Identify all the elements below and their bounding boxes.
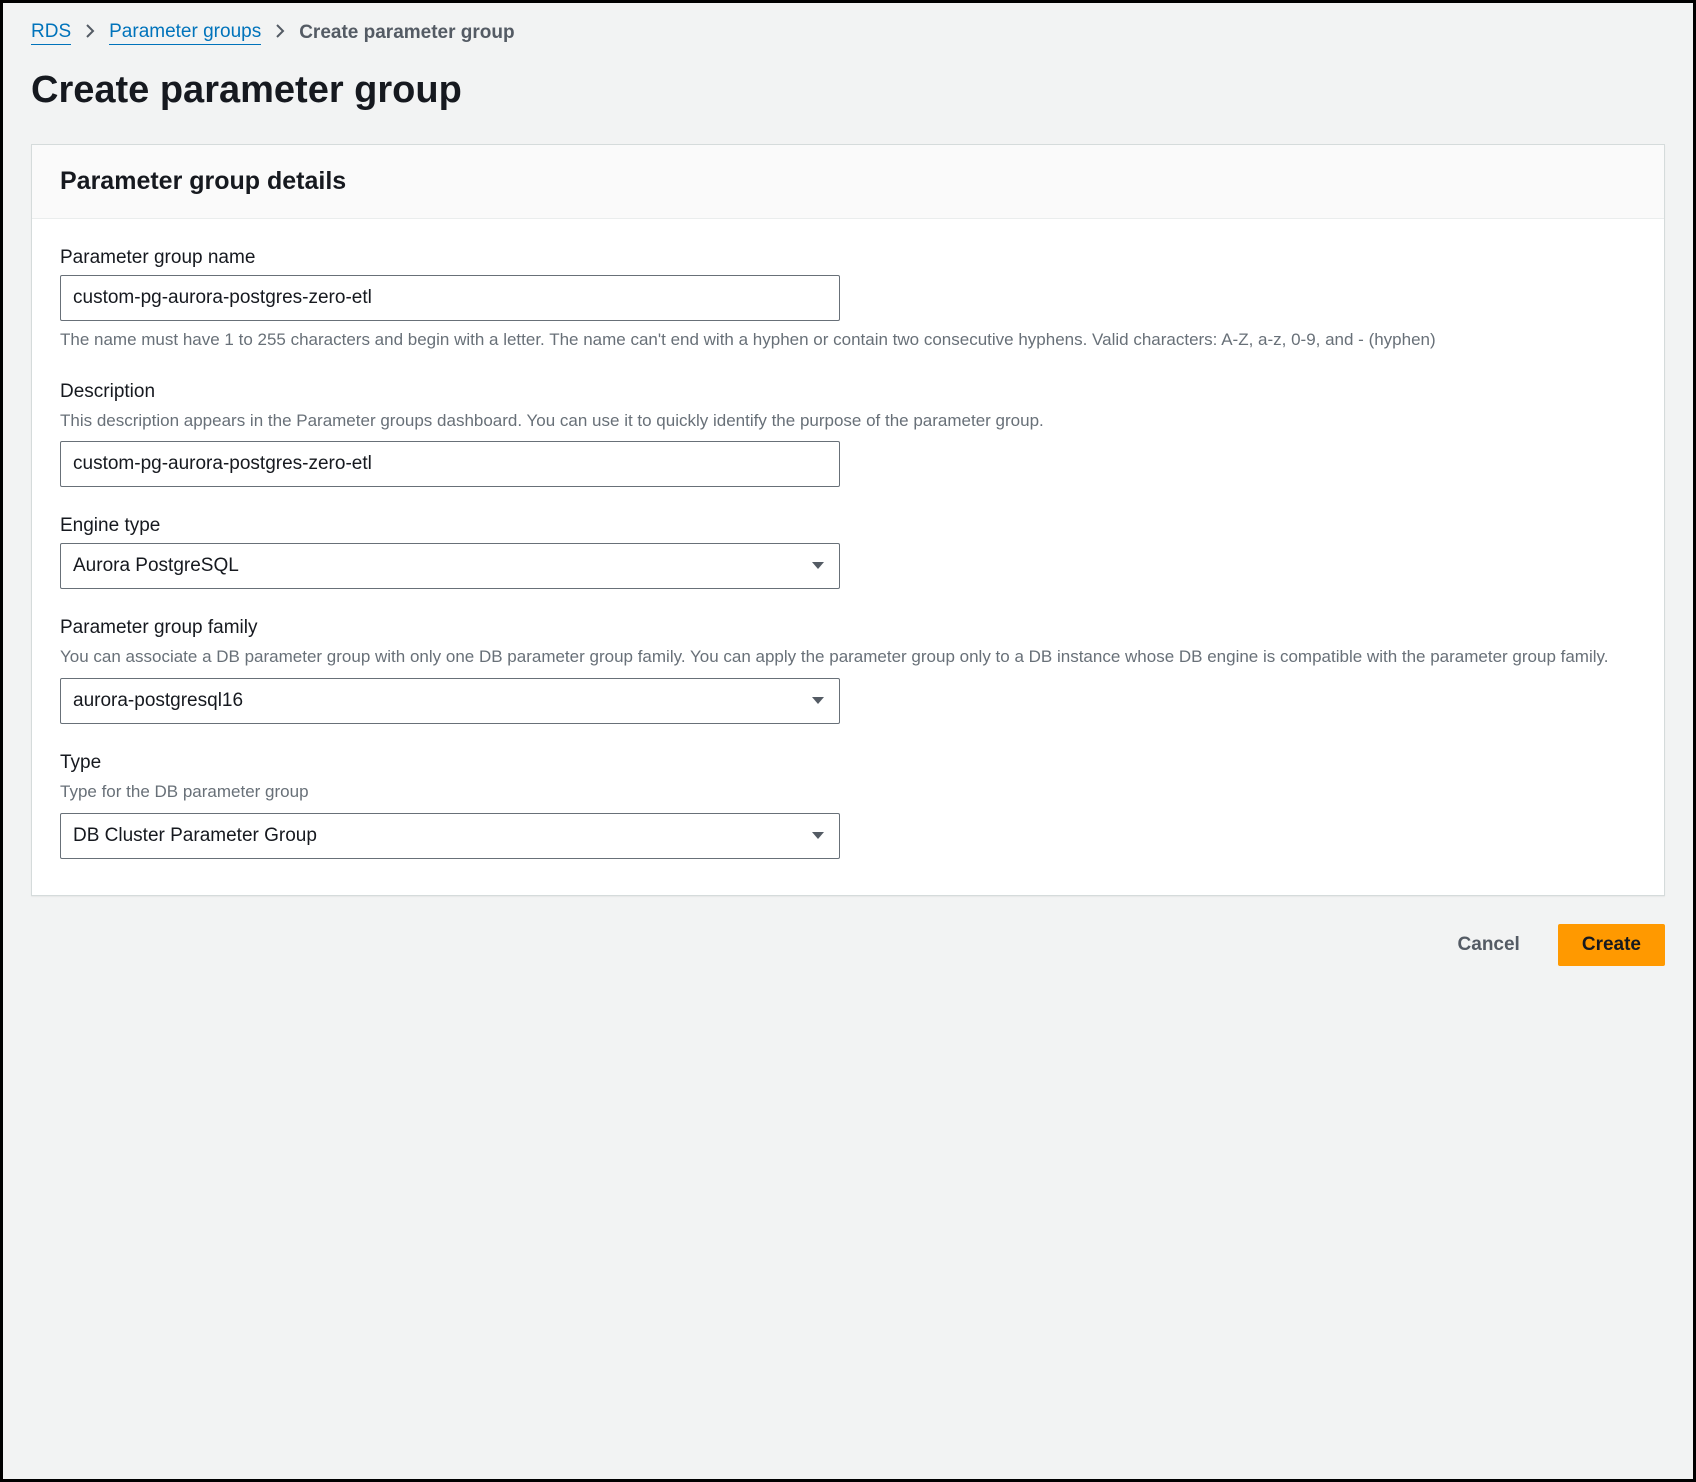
- label-engine-type: Engine type: [60, 515, 1636, 537]
- panel-title: Parameter group details: [60, 167, 1636, 196]
- chevron-right-icon: [85, 23, 95, 44]
- select-parameter-group-family-value: aurora-postgresql16: [73, 690, 243, 712]
- caret-down-icon: [811, 831, 825, 841]
- field-description: Description This description appears in …: [60, 381, 1636, 488]
- field-parameter-group-family: Parameter group family You can associate…: [60, 617, 1636, 724]
- label-parameter-group-family: Parameter group family: [60, 617, 1636, 639]
- field-parameter-group-name: Parameter group name The name must have …: [60, 247, 1636, 353]
- hint-parameter-group-family: You can associate a DB parameter group w…: [60, 645, 1636, 670]
- select-parameter-group-family[interactable]: aurora-postgresql16: [60, 678, 840, 724]
- cancel-button[interactable]: Cancel: [1434, 924, 1544, 966]
- breadcrumb: RDS Parameter groups Create parameter gr…: [31, 21, 1665, 45]
- label-description: Description: [60, 381, 1636, 403]
- caret-down-icon: [811, 561, 825, 571]
- panel-parameter-group-details: Parameter group details Parameter group …: [31, 144, 1665, 896]
- select-engine-type-value: Aurora PostgreSQL: [73, 555, 239, 577]
- input-parameter-group-name[interactable]: [60, 275, 840, 321]
- input-description[interactable]: [60, 441, 840, 487]
- caret-down-icon: [811, 696, 825, 706]
- panel-header: Parameter group details: [32, 145, 1664, 219]
- select-engine-type[interactable]: Aurora PostgreSQL: [60, 543, 840, 589]
- form-actions: Cancel Create: [31, 924, 1665, 966]
- select-type-value: DB Cluster Parameter Group: [73, 825, 317, 847]
- hint-description: This description appears in the Paramete…: [60, 409, 1636, 434]
- field-type: Type Type for the DB parameter group DB …: [60, 752, 1636, 859]
- hint-type: Type for the DB parameter group: [60, 780, 1636, 805]
- breadcrumb-link-rds[interactable]: RDS: [31, 21, 71, 45]
- page-title: Create parameter group: [31, 69, 1665, 112]
- select-type[interactable]: DB Cluster Parameter Group: [60, 813, 840, 859]
- label-type: Type: [60, 752, 1636, 774]
- label-parameter-group-name: Parameter group name: [60, 247, 1636, 269]
- hint-parameter-group-name: The name must have 1 to 255 characters a…: [60, 328, 1636, 353]
- create-button[interactable]: Create: [1558, 924, 1665, 966]
- breadcrumb-link-parameter-groups[interactable]: Parameter groups: [109, 21, 261, 45]
- field-engine-type: Engine type Aurora PostgreSQL: [60, 515, 1636, 589]
- breadcrumb-current: Create parameter group: [299, 22, 514, 44]
- chevron-right-icon: [275, 23, 285, 44]
